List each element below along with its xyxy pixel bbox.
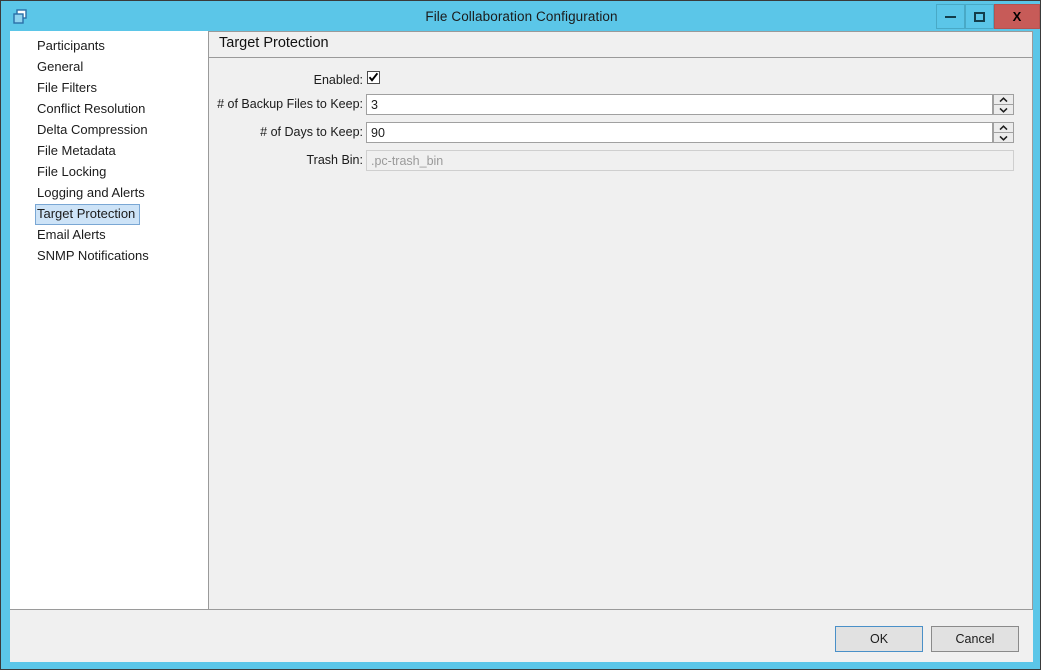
chevron-down-icon — [999, 107, 1008, 113]
backup-files-spin-buttons[interactable] — [993, 94, 1014, 115]
backup-files-increment-button[interactable] — [993, 94, 1014, 105]
sidebar-item-conflict-resolution[interactable]: Conflict Resolution — [14, 99, 204, 120]
enabled-label: Enabled: — [313, 73, 363, 87]
sidebar-item-file-metadata[interactable]: File Metadata — [14, 141, 204, 162]
sidebar-item-label: File Locking — [37, 164, 107, 179]
sidebar-item-label: SNMP Notifications — [37, 248, 149, 263]
days-to-keep-increment-button[interactable] — [993, 122, 1014, 133]
backup-files-decrement-button[interactable] — [993, 105, 1014, 115]
chevron-down-icon — [999, 135, 1008, 141]
dialog-footer: OK Cancel — [10, 610, 1033, 662]
chevron-up-icon — [999, 96, 1008, 102]
sidebar-item-label: General — [37, 59, 84, 74]
backup-files-stepper[interactable] — [366, 94, 1014, 115]
sidebar-item-general[interactable]: General — [14, 57, 204, 78]
content-header — [209, 32, 1032, 58]
sidebar-item-label: Logging and Alerts — [37, 185, 145, 200]
days-to-keep-spin-buttons[interactable] — [993, 122, 1014, 143]
sidebar-item-label: Delta Compression — [37, 122, 148, 137]
days-to-keep-decrement-button[interactable] — [993, 133, 1014, 143]
sidebar-item-target-protection[interactable]: Target Protection — [35, 204, 141, 225]
sidebar-item-email-alerts[interactable]: Email Alerts — [14, 225, 204, 246]
sidebar-item-label: Email Alerts — [37, 227, 106, 242]
backup-files-label: # of Backup Files to Keep: — [217, 97, 363, 111]
days-to-keep-label: # of Days to Keep: — [260, 125, 363, 139]
days-to-keep-stepper[interactable] — [366, 122, 1014, 143]
sidebar-item-participants[interactable]: Participants — [14, 36, 204, 57]
sidebar-item-label: File Filters — [37, 80, 97, 95]
minimize-icon — [945, 15, 956, 18]
close-icon: X — [1012, 9, 1022, 24]
minimize-button[interactable] — [936, 4, 965, 29]
sidebar-item-snmp-notifications[interactable]: SNMP Notifications — [14, 246, 204, 267]
ok-button[interactable]: OK — [835, 626, 923, 652]
sidebar-item-file-locking[interactable]: File Locking — [14, 162, 204, 183]
page-title: Target Protection — [219, 35, 329, 51]
dialog-window: File Collaboration Configuration X Parti… — [0, 0, 1041, 670]
settings-content-pane: Target Protection Enabled: # of Backup F… — [209, 31, 1033, 610]
sidebar-item-label: Participants — [37, 38, 105, 53]
window-title: File Collaboration Configuration — [425, 9, 618, 24]
maximize-icon — [974, 11, 985, 22]
days-to-keep-input[interactable] — [366, 122, 993, 143]
settings-nav-list[interactable]: Participants General File Filters Confli… — [10, 31, 209, 610]
sidebar-item-label: File Metadata — [37, 143, 116, 158]
sidebar-item-label: Conflict Resolution — [37, 101, 146, 116]
backup-files-input[interactable] — [366, 94, 993, 115]
sidebar-item-label: Target Protection — [37, 206, 136, 221]
maximize-button[interactable] — [965, 4, 994, 29]
sidebar-item-logging-and-alerts[interactable]: Logging and Alerts — [14, 183, 204, 204]
title-bar[interactable]: File Collaboration Configuration X — [2, 2, 1040, 31]
close-button[interactable]: X — [994, 4, 1040, 29]
trash-bin-label: Trash Bin: — [306, 153, 363, 167]
cancel-button[interactable]: Cancel — [931, 626, 1019, 652]
trash-bin-input — [366, 150, 1014, 171]
sidebar-item-delta-compression[interactable]: Delta Compression — [14, 120, 204, 141]
enabled-checkbox[interactable] — [367, 71, 380, 84]
chevron-up-icon — [999, 124, 1008, 130]
sidebar-item-file-filters[interactable]: File Filters — [14, 78, 204, 99]
check-icon — [368, 72, 379, 82]
